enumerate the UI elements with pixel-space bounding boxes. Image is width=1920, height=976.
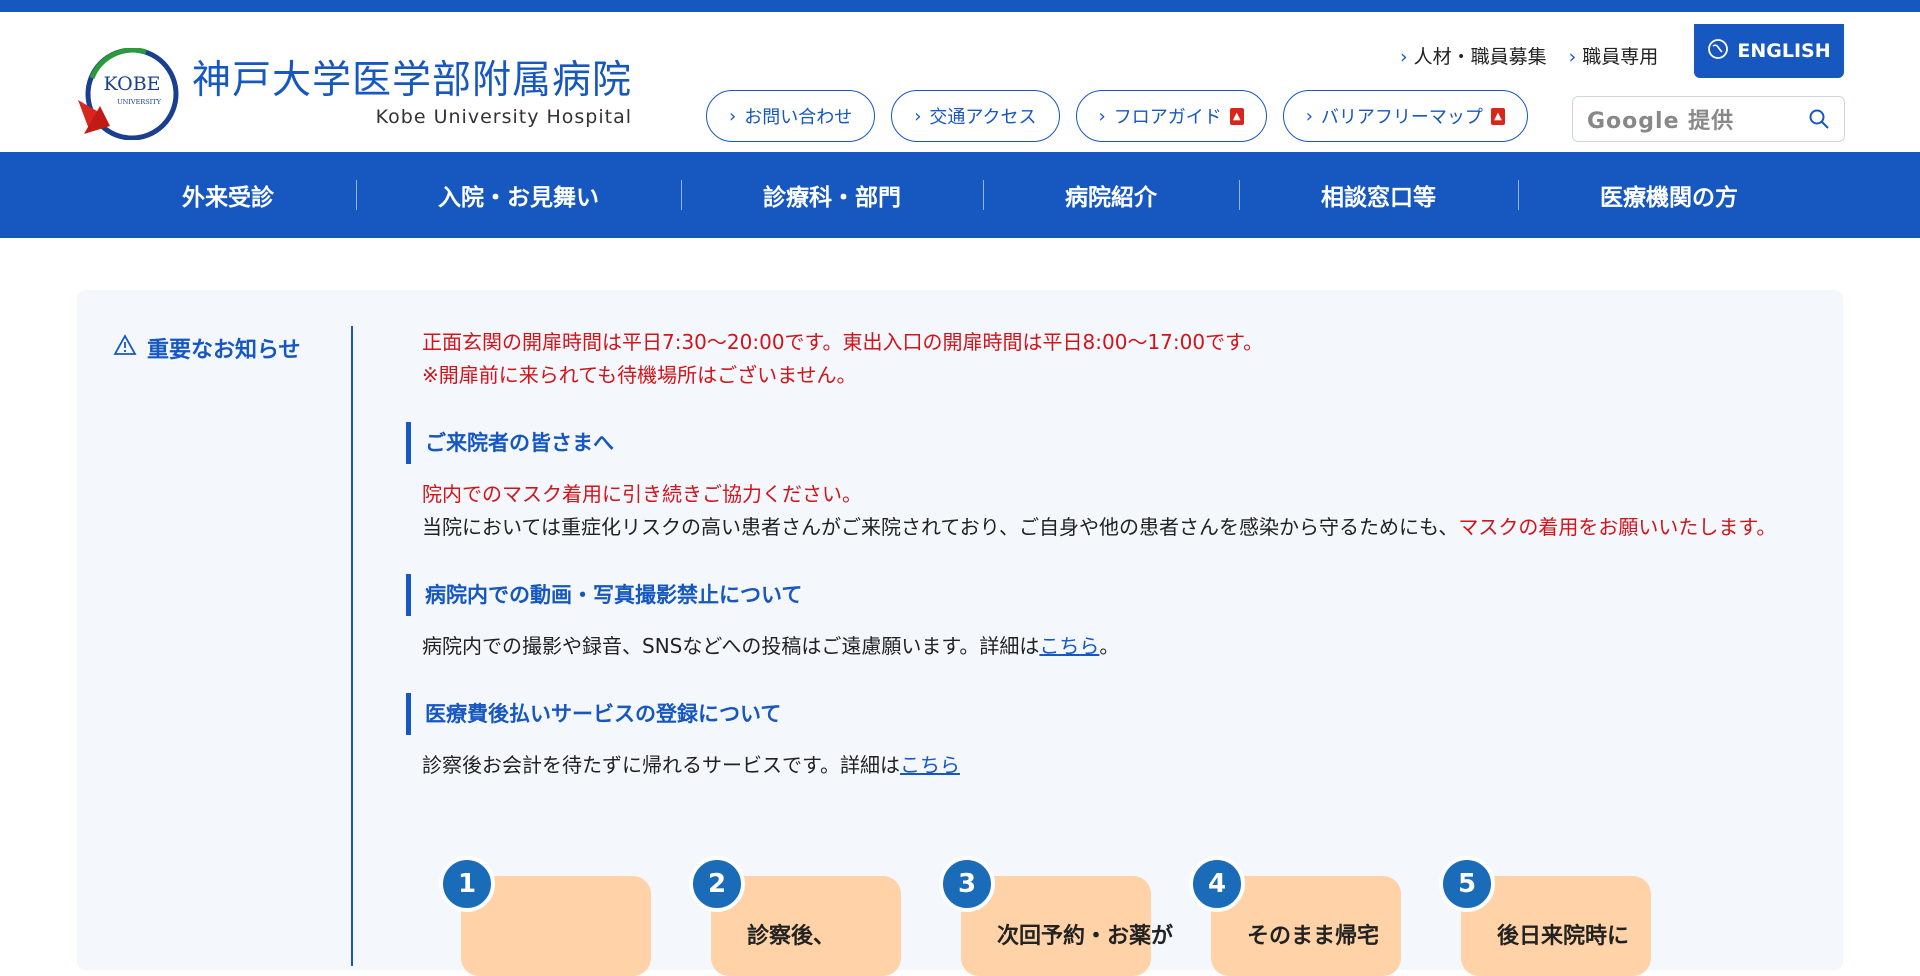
mask-detail-prefix: 当院においては重症化リスクの高い患者さんがご来院されており、ご自身や他の患者さん… (422, 515, 1459, 539)
quick-links: › お問い合わせ › 交通アクセス › フロアガイド ▲ › バリアフリーマップ ▲ (706, 90, 1528, 142)
deferred-payment-prefix: 診察後お会計を待たずに帰れるサービスです。詳細は (422, 753, 900, 777)
english-label: ENGLISH (1737, 40, 1831, 62)
chevron-right-icon: › (914, 105, 922, 127)
mask-detail-text: 当院においては重症化リスクの高い患者さんがご来院されており、ご自身や他の患者さん… (422, 511, 1862, 544)
chevron-right-icon: › (1098, 105, 1106, 127)
deferred-payment-details-link[interactable]: こちら (900, 753, 960, 777)
site-name-en: Kobe University Hospital (375, 106, 633, 128)
step-number-badge: 3 (939, 856, 995, 912)
step-number-badge: 5 (1439, 856, 1495, 912)
step-1: 1 (439, 856, 651, 976)
english-button[interactable]: ENGLISH (1694, 24, 1844, 78)
chevron-right-icon: › (1305, 105, 1313, 127)
section-title-deferred-payment: 医療費後払いサービスの登録について (406, 693, 1862, 735)
door-hours-text: 正面玄関の開扉時間は平日7:30〜20:00です。東出入口の開扉時間は平日8:0… (422, 330, 1264, 354)
kobe-university-emblem: KOBE UNIVERSITY (76, 47, 182, 141)
step-text: そのまま帰宅 (1247, 924, 1380, 949)
recruit-link[interactable]: › 人材・職員募集 (1400, 42, 1547, 69)
site-logo[interactable]: KOBE UNIVERSITY 神戸大学医学部附属病院 Kobe Univers… (76, 47, 633, 141)
deferred-payment-text: 診察後お会計を待たずに帰れるサービスです。詳細はこちら (422, 749, 1862, 782)
notice-heading: 重要なお知らせ (113, 332, 301, 364)
step-3: 3 次回予約・お薬が (939, 856, 1173, 976)
deferred-payment-steps: 1 2 診察後、 3 次回予約・お薬が 4 そのまま帰宅 5 後日来院時に (439, 856, 1651, 976)
barrier-free-map-button[interactable]: › バリアフリーマップ ▲ (1282, 90, 1528, 142)
step-5: 5 後日来院時に (1439, 856, 1651, 976)
emblem-kobe-text: KOBE (103, 73, 160, 95)
access-label: 交通アクセス (929, 107, 1037, 128)
top-accent-bar (0, 0, 1920, 12)
warning-icon (113, 334, 137, 362)
nav-consultation[interactable]: 相談窓口等 (1239, 178, 1518, 212)
notice-body: 正面玄関の開扉時間は平日7:30〜20:00です。東出入口の開扉時間は平日8:0… (406, 326, 1862, 782)
photo-ban-details-link[interactable]: こちら (1039, 634, 1099, 658)
step-text: 後日来院時に (1497, 924, 1630, 949)
globe-icon (1707, 38, 1729, 65)
important-notice-panel: 重要なお知らせ 正面玄関の開扉時間は平日7:30〜20:00です。東出入口の開扉… (77, 290, 1843, 976)
site-header: KOBE UNIVERSITY 神戸大学医学部附属病院 Kobe Univers… (0, 12, 1920, 152)
contact-label: お問い合わせ (744, 107, 853, 128)
nav-departments[interactable]: 診療科・部門 (681, 178, 983, 212)
chevron-right-icon: › (729, 105, 737, 127)
site-search[interactable]: Google 提供 (1572, 96, 1845, 142)
access-button[interactable]: › 交通アクセス (891, 90, 1060, 142)
site-name-jp: 神戸大学医学部附属病院 (192, 58, 633, 103)
step-number-badge: 1 (439, 856, 495, 912)
nav-inpatient[interactable]: 入院・お見舞い (356, 178, 681, 212)
global-nav: 外来受診 入院・お見舞い 診療科・部門 病院紹介 相談窓口等 医療機関の方 (0, 152, 1920, 238)
step-text: 次回予約・お薬が (997, 924, 1174, 949)
step-number-badge: 2 (689, 856, 745, 912)
chevron-right-icon: › (1400, 46, 1408, 68)
step-text: 診察後、 (747, 924, 836, 949)
pdf-icon: ▲ (1229, 107, 1244, 125)
photo-ban-suffix: 。 (1099, 634, 1120, 658)
pdf-icon: ▲ (1490, 107, 1505, 125)
section-title-photo-ban: 病院内での動画・写真撮影禁止について (406, 574, 1862, 616)
step-4: 4 そのまま帰宅 (1189, 856, 1401, 976)
floor-guide-label: フロアガイド (1113, 107, 1222, 128)
nav-outpatient[interactable]: 外来受診 (100, 178, 356, 212)
contact-button[interactable]: › お問い合わせ (706, 90, 876, 142)
notice-divider (351, 326, 353, 966)
barrier-free-map-label: バリアフリーマップ (1320, 107, 1483, 128)
nav-about[interactable]: 病院紹介 (983, 178, 1239, 212)
photo-ban-text: 病院内での撮影や録音、SNSなどへの投稿はご遠慮願います。詳細はこちら。 (422, 630, 1862, 663)
photo-ban-prefix: 病院内での撮影や録音、SNSなどへの投稿はご遠慮願います。詳細は (422, 634, 1040, 658)
recruit-label: 人材・職員募集 (1413, 46, 1547, 68)
search-icon[interactable] (1808, 108, 1830, 130)
step-2: 2 診察後、 (689, 856, 901, 976)
notice-heading-label: 重要なお知らせ (147, 338, 301, 363)
emblem-university-text: UNIVERSITY (117, 98, 161, 106)
chevron-right-icon: › (1568, 46, 1577, 68)
mask-request-text: 院内でのマスク着用に引き続きご協力ください。 (422, 482, 862, 506)
nav-medical-institutions[interactable]: 医療機関の方 (1518, 178, 1820, 212)
waiting-area-text: ※開扉前に来られても待機場所はございません。 (422, 363, 857, 387)
floor-guide-button[interactable]: › フロアガイド ▲ (1075, 90, 1267, 142)
utility-links: › 人材・職員募集 › 職員専用 (1400, 42, 1658, 69)
staff-link[interactable]: › 職員専用 (1569, 42, 1659, 69)
step-number-badge: 4 (1189, 856, 1245, 912)
section-title-visitors: ご来院者の皆さまへ (406, 422, 1862, 464)
search-input[interactable]: Google 提供 (1587, 103, 1808, 135)
staff-label: 職員専用 (1582, 46, 1659, 68)
mask-detail-emphasis: マスクの着用をお願いいたします。 (1458, 515, 1777, 539)
